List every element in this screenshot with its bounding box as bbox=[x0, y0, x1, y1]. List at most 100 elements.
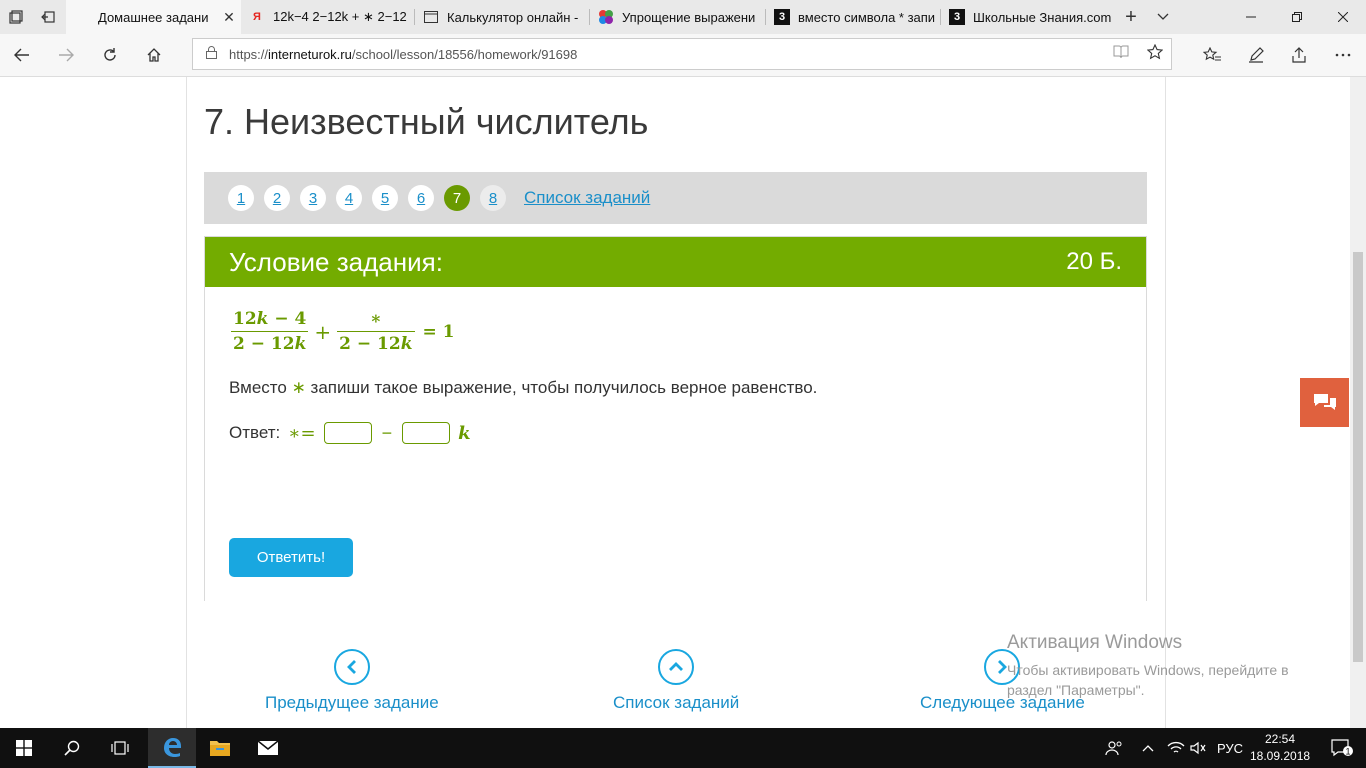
minimize-icon[interactable] bbox=[1228, 0, 1274, 34]
mail-icon[interactable] bbox=[244, 728, 292, 768]
tab-znanija-home[interactable]: 3 Школьные Знания.com bbox=[941, 0, 1113, 34]
fraction-denominator: 2 − 12k bbox=[337, 331, 415, 354]
refresh-icon[interactable] bbox=[90, 38, 130, 72]
task-list-nav[interactable]: Список заданий bbox=[613, 649, 739, 713]
clock-time: 22:54 bbox=[1264, 732, 1296, 746]
set-tabs-aside-icon[interactable] bbox=[32, 0, 64, 34]
input-language-indicator[interactable]: РУС bbox=[1217, 728, 1243, 768]
fraction-numerator: 12k − 4 bbox=[233, 309, 307, 329]
tab-znanija-question[interactable]: 3 вместо символа * запи bbox=[766, 0, 940, 34]
colorful-favicon-icon bbox=[598, 9, 614, 25]
pager-link-3[interactable]: 3 bbox=[300, 185, 326, 211]
tab-homework[interactable]: Домашнее задани ✕ bbox=[66, 0, 241, 34]
favorites-hub-icon[interactable] bbox=[1192, 38, 1232, 72]
more-options-icon[interactable] bbox=[1323, 38, 1363, 72]
task-header: Условие задания: 20 Б. bbox=[205, 237, 1146, 287]
task-card: Условие задания: 20 Б. 12k − 4 2 − 12k +… bbox=[204, 236, 1147, 601]
chevron-left-icon[interactable] bbox=[333, 649, 370, 685]
fraction-denominator: 2 − 12k bbox=[231, 331, 309, 354]
task-view-icon[interactable] bbox=[96, 728, 144, 768]
answer-input-constant[interactable] bbox=[323, 422, 372, 444]
tab-calculator[interactable]: Калькулятор онлайн - bbox=[415, 0, 589, 34]
tab-yandex-search[interactable]: Я 12k−4 2−12k + ∗ 2−12 bbox=[241, 0, 414, 34]
znanija-favicon-icon: 3 bbox=[949, 9, 965, 25]
scrollbar-thumb[interactable] bbox=[1353, 252, 1363, 662]
show-hidden-icons-chevron-up-icon[interactable] bbox=[1142, 728, 1154, 768]
close-tab-icon[interactable]: ✕ bbox=[217, 9, 241, 26]
people-icon[interactable] bbox=[1105, 728, 1123, 768]
url-host: interneturok.ru bbox=[268, 46, 352, 62]
windows-activation-watermark: Активация Windows Чтобы активировать Win… bbox=[1007, 632, 1327, 700]
restore-icon[interactable] bbox=[1274, 0, 1320, 34]
web-page-viewport: 7. Неизвестный числитель 1 2 3 4 5 6 7 8… bbox=[0, 77, 1366, 728]
close-window-icon[interactable] bbox=[1320, 0, 1366, 34]
pager-link-8[interactable]: 8 bbox=[480, 185, 506, 211]
plus-sign: + bbox=[314, 319, 332, 344]
answer-variable: k bbox=[458, 422, 471, 444]
tab-title: Домашнее задани bbox=[98, 9, 209, 25]
url-scheme: https:// bbox=[229, 46, 269, 62]
pager-current-7: 7 bbox=[444, 185, 470, 211]
reading-view-icon[interactable] bbox=[1113, 45, 1129, 63]
tab-title: вместо символа * запи bbox=[798, 9, 936, 25]
lock-icon[interactable] bbox=[193, 46, 229, 62]
equation: 12k − 4 2 − 12k + ∗ 2 − 12k = 1 bbox=[229, 309, 459, 354]
equation-rhs: = 1 bbox=[422, 321, 455, 342]
pen-notes-icon[interactable] bbox=[1236, 38, 1276, 72]
previous-task-link[interactable]: Предыдущее задание bbox=[265, 693, 439, 713]
pager-link-2[interactable]: 2 bbox=[264, 185, 290, 211]
task-header-title: Условие задания: bbox=[229, 246, 443, 277]
znanija-favicon-icon: 3 bbox=[774, 9, 790, 25]
fraction-left: 12k − 4 2 − 12k bbox=[231, 309, 309, 354]
task-list-link[interactable]: Список заданий bbox=[524, 188, 650, 208]
file-explorer-icon[interactable] bbox=[196, 728, 244, 768]
notification-count: 1 bbox=[1345, 747, 1350, 757]
taskbar-clock[interactable]: 22:54 18.09.2018 bbox=[1250, 731, 1310, 765]
interneturok-favicon-icon bbox=[74, 9, 90, 25]
task-instruction: Вместо ∗ запиши такое выражение, чтобы п… bbox=[229, 378, 818, 397]
network-wifi-icon[interactable] bbox=[1167, 728, 1185, 768]
chevron-down-icon[interactable] bbox=[1147, 0, 1179, 34]
pager-link-4[interactable]: 4 bbox=[336, 185, 362, 211]
task-score: 20 Б. bbox=[1066, 248, 1122, 275]
submit-answer-button[interactable]: Ответить! bbox=[229, 538, 353, 577]
answer-input-coefficient[interactable] bbox=[402, 422, 451, 444]
pager-link-1[interactable]: 1 bbox=[228, 185, 254, 211]
address-bar[interactable]: https://interneturok.ru/school/lesson/18… bbox=[192, 38, 1172, 70]
tab-simplify[interactable]: Упрощение выражени bbox=[590, 0, 765, 34]
chevron-up-icon[interactable] bbox=[658, 649, 695, 685]
share-icon[interactable] bbox=[1279, 38, 1319, 72]
pager-link-5[interactable]: 5 bbox=[372, 185, 398, 211]
forward-icon[interactable] bbox=[46, 38, 86, 72]
home-icon[interactable] bbox=[134, 38, 174, 72]
watermark-title: Активация Windows bbox=[1007, 632, 1183, 653]
volume-icon[interactable] bbox=[1190, 728, 1206, 768]
minus-sign: − bbox=[381, 422, 393, 443]
search-icon[interactable] bbox=[48, 728, 96, 768]
url-path: /school/lesson/18556/homework/91698 bbox=[351, 46, 578, 62]
watermark-text: Чтобы активировать Windows, перейдите в … bbox=[1007, 662, 1289, 698]
new-tab-icon[interactable]: + bbox=[1115, 0, 1147, 34]
action-center-icon[interactable]: 1 bbox=[1318, 728, 1366, 768]
pager-link-6[interactable]: 6 bbox=[408, 185, 434, 211]
chat-button[interactable] bbox=[1300, 378, 1349, 427]
favorite-star-icon[interactable] bbox=[1146, 43, 1164, 64]
tab-preview-icon[interactable] bbox=[0, 0, 32, 34]
answer-lhs: ∗= bbox=[288, 422, 316, 444]
tab-title: Упрощение выражени bbox=[622, 9, 756, 25]
edge-browser-icon[interactable] bbox=[148, 728, 196, 768]
content-column: 7. Неизвестный числитель 1 2 3 4 5 6 7 8… bbox=[186, 77, 1166, 728]
previous-task-nav[interactable]: Предыдущее задание bbox=[265, 649, 439, 713]
clock-date: 18.09.2018 bbox=[1250, 749, 1311, 763]
yandex-favicon-icon: Я bbox=[253, 11, 261, 23]
windows-start-icon[interactable] bbox=[0, 728, 48, 768]
browser-navigation-bar: https://interneturok.ru/school/lesson/18… bbox=[0, 34, 1366, 77]
vertical-scrollbar[interactable] bbox=[1350, 77, 1366, 728]
answer-row: Ответ: ∗= − k bbox=[229, 422, 471, 444]
fraction-right: ∗ 2 − 12k bbox=[337, 309, 415, 354]
fraction-numerator: ∗ bbox=[369, 309, 382, 329]
browser-tab-strip: Домашнее задани ✕ Я 12k−4 2−12k + ∗ 2−12… bbox=[0, 0, 1366, 34]
back-icon[interactable] bbox=[2, 38, 42, 72]
answer-label: Ответ: bbox=[229, 423, 281, 442]
task-list-bottom-link[interactable]: Список заданий bbox=[613, 693, 739, 713]
